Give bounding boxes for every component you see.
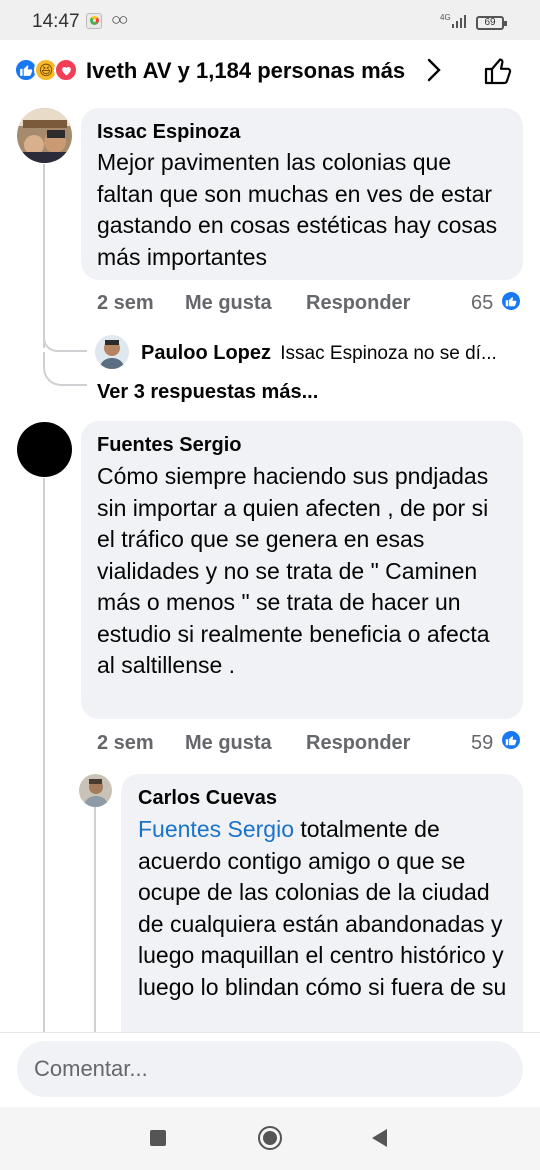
like-comment-button[interactable]: Me gusta	[185, 292, 272, 315]
comment-bubble[interactable]: Fuentes Sergio Cómo siempre haciendo sus…	[81, 421, 523, 719]
reply-comment-button[interactable]: Responder	[306, 732, 410, 755]
reaction-count[interactable]: 59	[471, 732, 493, 755]
thread-line	[43, 478, 45, 1038]
reply-body: totalmente de acuerdo contigo amigo o qu…	[138, 816, 507, 1000]
comment-composer	[0, 1032, 540, 1107]
avatar-pauloo-lopez[interactable]	[95, 335, 129, 369]
comment-author[interactable]: Issac Espinoza	[97, 121, 240, 144]
thread-connector	[43, 330, 87, 352]
status-bar: 14:47 ○○ 4G 69	[0, 0, 540, 40]
back-icon[interactable]	[372, 1129, 387, 1147]
avatar-fuentes-sergio[interactable]	[17, 422, 72, 477]
view-more-replies-button[interactable]: Ver 3 respuestas más...	[97, 381, 318, 404]
like-comment-button[interactable]: Me gusta	[185, 732, 272, 755]
reply-snippet: Issac Espinoza no se dí...	[280, 343, 497, 364]
comment-text: Mejor pavimenten las colonias que faltan…	[97, 149, 498, 270]
comment-actions: 2 sem Me gusta Responder	[0, 292, 540, 318]
reaction-count[interactable]: 65	[471, 292, 493, 315]
status-time: 14:47	[32, 11, 80, 32]
avatar-issac-espinoza[interactable]	[17, 108, 72, 163]
like-outline-icon[interactable]	[482, 55, 514, 87]
like-badge-icon	[500, 290, 522, 312]
reply-author[interactable]: Pauloo Lopez	[141, 342, 271, 364]
comment-time[interactable]: 2 sem	[97, 732, 154, 755]
thread-line	[43, 164, 45, 348]
chevron-right-icon[interactable]	[426, 57, 442, 90]
mention-link[interactable]: Fuentes Sergio	[138, 816, 294, 842]
signal-icon	[452, 14, 468, 28]
reactions-summary-bar[interactable]: 😆 Iveth AV y 1,184 personas más	[0, 40, 540, 102]
thread-line	[94, 806, 96, 1038]
recent-apps-icon[interactable]	[150, 1130, 166, 1146]
home-icon[interactable]	[258, 1126, 282, 1150]
reply-preview[interactable]: Pauloo Lopez Issac Espinoza no se dí...	[141, 342, 497, 365]
comment-author[interactable]: Fuentes Sergio	[97, 434, 241, 457]
battery-icon: 69	[476, 16, 507, 30]
voicemail-icon: ○○	[111, 10, 128, 29]
android-nav-bar	[0, 1107, 540, 1170]
reactions-summary-text[interactable]: Iveth AV y 1,184 personas más	[86, 58, 405, 84]
reply-text: Fuentes Sergio totalmente de acuerdo con…	[138, 814, 516, 1003]
love-icon	[54, 58, 78, 82]
reply-bubble[interactable]: Carlos Cuevas Fuentes Sergio totalmente …	[121, 774, 523, 1064]
reply-author[interactable]: Carlos Cuevas	[138, 787, 277, 810]
thread-connector	[43, 352, 87, 386]
comment-text: Cómo siempre haciendo sus pndjadas sin i…	[97, 463, 490, 678]
chrome-notification-icon	[86, 13, 102, 29]
avatar-carlos-cuevas[interactable]	[79, 774, 112, 807]
comment-actions: 2 sem Me gusta Responder	[0, 732, 540, 758]
reply-comment-button[interactable]: Responder	[306, 292, 410, 315]
comment-bubble[interactable]: Issac Espinoza Mejor pavimenten las colo…	[81, 108, 523, 280]
network-type: 4G	[440, 13, 451, 22]
reaction-icons: 😆	[14, 58, 84, 82]
like-badge-icon	[500, 729, 522, 751]
comment-input[interactable]	[17, 1041, 523, 1097]
comment-time[interactable]: 2 sem	[97, 292, 154, 315]
